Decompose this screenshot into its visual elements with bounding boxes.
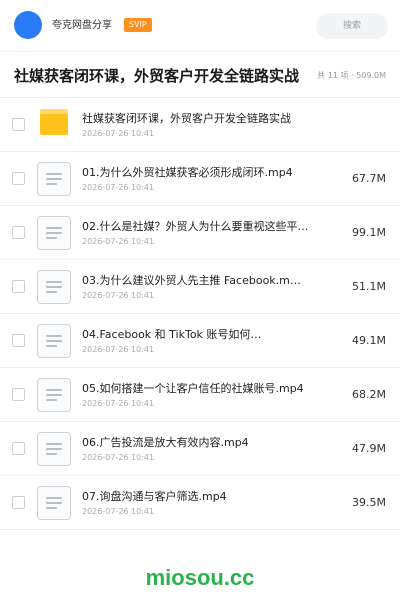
list-item[interactable]: 02.什么是社媒？外贸人为什么要重视这些平台.mp4 2026-07-26 10… — [0, 206, 400, 260]
checkbox[interactable] — [12, 280, 25, 293]
checkbox[interactable] — [12, 388, 25, 401]
folder-icon — [40, 109, 68, 135]
file-date: 2026-07-26 10:41 — [82, 453, 155, 462]
file-name: 02.什么是社媒？外贸人为什么要重视这些平台.mp4 — [82, 220, 312, 233]
list-item[interactable]: 社媒获客闭环课，外贸客户开发全链路实战 2026-07-26 10:41 — [0, 98, 400, 152]
page-title: 社媒获客闭环课，外贸客户开发全链路实战 — [14, 67, 300, 85]
list-item[interactable]: 03.为什么建议外贸人先主推 Facebook.m… 2026-07-26 10… — [0, 260, 400, 314]
file-name: 社媒获客闭环课，外贸客户开发全链路实战 — [82, 112, 291, 125]
checkbox[interactable] — [12, 226, 25, 239]
file-name: 04.Facebook 和 TikTok 账号如何… — [82, 328, 262, 341]
checkbox[interactable] — [12, 442, 25, 455]
file-list: 社媒获客闭环课，外贸客户开发全链路实战 2026-07-26 10:41 01.… — [0, 98, 400, 530]
file-size: 39.5M — [352, 496, 386, 509]
list-item[interactable]: 04.Facebook 和 TikTok 账号如何… 2026-07-26 10… — [0, 314, 400, 368]
file-name: 06.广告投流是放大有效内容.mp4 — [82, 436, 249, 449]
file-date: 2026-07-26 10:41 — [82, 507, 155, 516]
file-size: 49.1M — [352, 334, 386, 347]
file-date: 2026-07-26 10:41 — [82, 129, 155, 138]
document-icon — [37, 432, 71, 466]
file-name: 05.如何搭建一个让客户信任的社媒账号.mp4 — [82, 382, 304, 395]
title-bar: 社媒获客闭环课，外贸客户开发全链路实战 共 11 项 · 509.0M — [0, 52, 400, 98]
header: 夸克网盘分享 SVIP 搜索 — [0, 0, 400, 52]
checkbox[interactable] — [12, 496, 25, 509]
avatar[interactable] — [14, 11, 42, 39]
checkbox[interactable] — [12, 172, 25, 185]
list-item[interactable]: 07.询盘沟通与客户筛选.mp4 2026-07-26 10:41 39.5M — [0, 476, 400, 530]
document-icon — [37, 486, 71, 520]
watermark: miosou.cc — [145, 565, 255, 590]
document-icon — [37, 216, 71, 250]
document-icon — [37, 378, 71, 412]
file-date: 2026-07-26 10:41 — [82, 291, 155, 300]
document-icon — [37, 270, 71, 304]
file-size: 47.9M — [352, 442, 386, 455]
list-item[interactable]: 06.广告投流是放大有效内容.mp4 2026-07-26 10:41 47.9… — [0, 422, 400, 476]
file-size: 67.7M — [352, 172, 386, 185]
list-item[interactable]: 05.如何搭建一个让客户信任的社媒账号.mp4 2026-07-26 10:41… — [0, 368, 400, 422]
checkbox[interactable] — [12, 118, 25, 131]
file-size: 51.1M — [352, 280, 386, 293]
document-icon — [37, 324, 71, 358]
item-summary: 共 11 项 · 509.0M — [317, 71, 386, 80]
checkbox[interactable] — [12, 334, 25, 347]
file-name: 07.询盘沟通与客户筛选.mp4 — [82, 490, 227, 503]
file-size: 68.2M — [352, 388, 386, 401]
file-date: 2026-07-26 10:41 — [82, 183, 155, 192]
file-size: 99.1M — [352, 226, 386, 239]
svip-badge: SVIP — [124, 18, 152, 32]
search-input[interactable]: 搜索 — [316, 13, 388, 39]
file-date: 2026-07-26 10:41 — [82, 345, 155, 354]
file-date: 2026-07-26 10:41 — [82, 399, 155, 408]
file-name: 03.为什么建议外贸人先主推 Facebook.m… — [82, 274, 301, 287]
share-name: 夸克网盘分享 — [52, 20, 112, 31]
file-date: 2026-07-26 10:41 — [82, 237, 155, 246]
file-name: 01.为什么外贸社媒获客必须形成闭环.mp4 — [82, 166, 293, 179]
document-icon — [37, 162, 71, 196]
list-item[interactable]: 01.为什么外贸社媒获客必须形成闭环.mp4 2026-07-26 10:41 … — [0, 152, 400, 206]
